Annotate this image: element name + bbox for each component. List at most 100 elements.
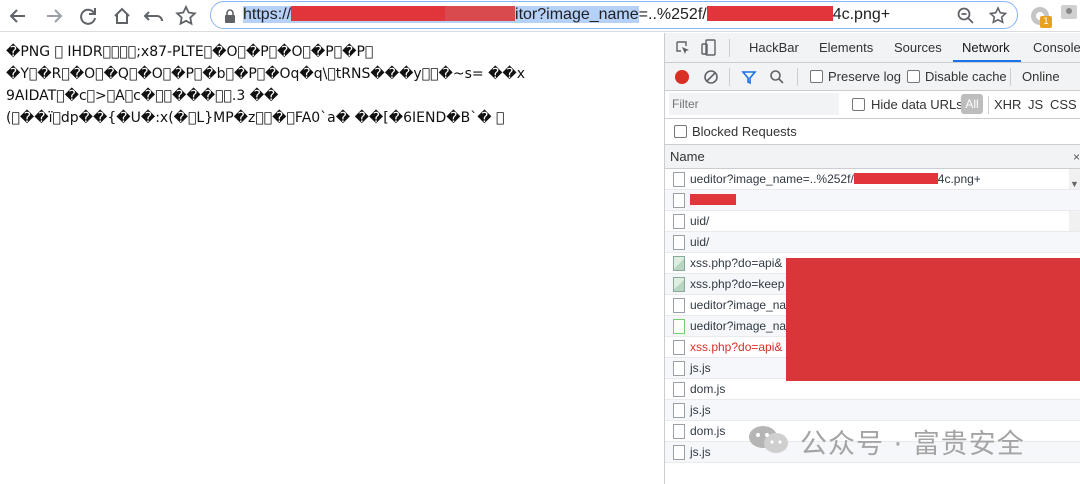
separator [729,39,730,57]
redaction-block [786,258,1080,381]
request-row[interactable] [665,190,1080,211]
url-prefix: https:// [243,6,292,23]
url-mid: itor?image_name [515,6,639,23]
raw-png-text: �PNG   IHDR    ;x87-PLTE �O �P �O �P �P … [6,44,526,126]
request-name: xss.php?do=keep [690,277,785,291]
separator [988,96,989,114]
reload-icon[interactable] [74,2,102,30]
tab-sources[interactable]: Sources [894,40,942,55]
watermark-text: 公众号 · 富贵安全 [800,429,1025,460]
blocked-requests-row: Blocked Requests [665,119,1080,145]
request-name: xss.php?do=api& [690,256,783,270]
request-row[interactable]: ueditor?image_name=..%252f/4c.png+ [665,169,1080,190]
request-name: dom.js [690,382,726,396]
blocked-requests-label: Blocked Requests [692,124,797,139]
request-name: uid/ [690,235,710,249]
watermark: 公众号 · 富贵安全 [748,420,1078,460]
hide-data-urls-label: Hide data URLs [871,97,963,112]
tab-console[interactable]: Console [1033,40,1080,55]
request-row[interactable]: dom.js [665,379,1080,400]
name-header-label: Name [670,149,705,164]
separator [797,68,798,86]
close-icon[interactable]: × [1073,150,1080,164]
name-redaction [690,194,736,205]
request-row[interactable]: uid/ [665,211,1080,232]
type-filter-css[interactable]: CSS [1050,97,1077,112]
document-icon [673,424,685,439]
zoom-icon[interactable] [956,6,976,26]
star-icon[interactable] [988,6,1008,26]
url-redaction [291,6,446,21]
request-row[interactable]: js.js [665,400,1080,421]
url-redaction [445,6,516,21]
clear-icon[interactable] [703,69,719,85]
tab-elements[interactable]: Elements [819,40,873,55]
lock-icon [225,9,235,23]
url-redaction [706,6,833,21]
type-filter-js[interactable]: JS [1028,97,1043,112]
preserve-log-label: Preserve log [828,69,901,84]
document-icon [673,382,685,397]
disable-cache-checkbox[interactable] [907,70,920,83]
search-icon[interactable] [769,69,785,85]
request-name: dom.js [690,424,726,438]
document-icon [673,298,685,313]
home-icon[interactable] [108,2,136,30]
undo-icon[interactable] [140,2,168,30]
name-redaction [853,173,938,184]
request-name: ueditor?image_name=..%252f/4c.png+ [690,172,981,186]
request-row[interactable]: uid/ [665,232,1080,253]
request-name [690,193,736,207]
filter-input[interactable] [669,93,839,115]
record-icon[interactable] [675,70,689,84]
profile-icon[interactable] [1058,2,1080,24]
url-text[interactable]: https:// itor?image_name=..%252f/4c.png+ [243,6,890,24]
throttling-select[interactable]: Online [1022,69,1060,84]
request-name-error: xss.php?do=api& [690,340,783,354]
preserve-log-checkbox[interactable] [810,70,823,83]
back-arrow-icon[interactable] [4,2,32,30]
wechat-icon [749,426,788,453]
url-suffix: =..%252f/ [638,6,707,23]
request-name: js.js [690,403,711,417]
request-name: uid/ [690,214,710,228]
download-icon [673,319,685,334]
page-content: �PNG   IHDR    ;x87-PLTE �O �P �O �P �P … [0,33,664,484]
type-filter-all[interactable]: All [961,94,983,114]
request-name: js.js [690,445,711,459]
document-icon [673,403,685,418]
separator [1010,68,1011,86]
hide-data-urls-checkbox[interactable] [852,98,865,111]
network-toolbar: Preserve log Disable cache Online [665,63,1080,91]
document-icon [673,193,685,208]
image-icon [673,256,685,271]
extension-badge: 1 [1040,16,1052,28]
active-tab-indicator [953,60,1021,62]
request-name: js.js [690,361,711,375]
filter-row: Hide data URLs All XHR JS CSS [665,91,1080,119]
tab-hackbar[interactable]: HackBar [749,40,799,55]
separator [729,68,730,86]
filter-icon[interactable] [741,69,757,85]
type-filter-xhr[interactable]: XHR [994,97,1021,112]
blocked-requests-checkbox[interactable] [674,125,687,138]
document-icon [673,172,685,187]
document-icon [673,445,685,460]
devtools-tab-bar: HackBar Elements Sources Network Console [665,33,1080,63]
document-icon [673,214,685,229]
browser-toolbar: https://itor?image_name=..%252f/4c.png+ … [0,0,1080,32]
inspect-element-icon[interactable] [675,40,691,56]
document-icon [673,340,685,355]
device-toolbar-icon[interactable] [701,39,717,57]
tab-network[interactable]: Network [962,40,1010,55]
document-icon [673,361,685,376]
image-icon [673,277,685,292]
disable-cache-label: Disable cache [925,69,1007,84]
address-bar[interactable]: https:// itor?image_name=..%252f/4c.png+ [210,1,1018,29]
request-name: ueditor?image_na [690,319,787,333]
bookmark-star-icon[interactable] [172,2,200,30]
name-column-header[interactable]: Name × [665,145,1080,169]
url-tail: 4c.png+ [832,6,891,23]
request-name: ueditor?image_na [690,298,787,312]
forward-arrow-icon[interactable] [40,2,68,30]
